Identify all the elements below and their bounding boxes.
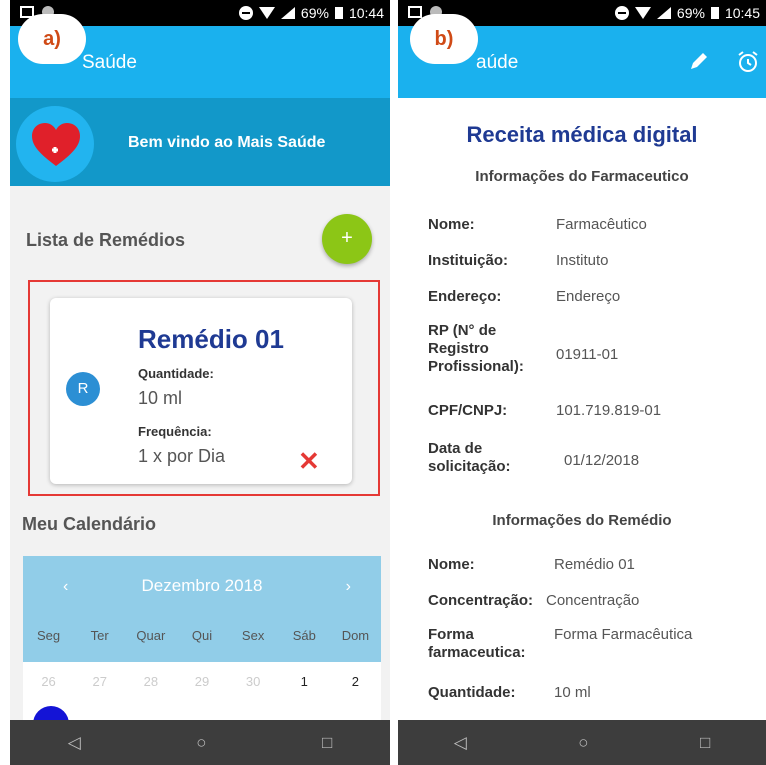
battery-percent: 69% xyxy=(676,5,705,21)
next-month-button[interactable]: › xyxy=(346,578,351,596)
welcome-banner: Bem vindo ao Mais Saúde xyxy=(10,98,390,186)
signal-icon xyxy=(280,7,295,19)
medicine-name-value: Remédio 01 xyxy=(554,556,635,573)
gallery-notification-icon xyxy=(408,6,422,18)
wifi-icon xyxy=(258,7,275,19)
pharmacist-name-label: Nome: xyxy=(428,216,475,233)
weekday-label: Ter xyxy=(90,628,109,643)
calendar-day[interactable]: 27 xyxy=(74,674,125,689)
recent-apps-icon[interactable]: □ xyxy=(322,733,332,753)
medicine-name-label: Nome: xyxy=(428,556,475,573)
calendar-month: Dezembro 2018 xyxy=(141,576,263,595)
dnd-icon xyxy=(614,6,629,20)
panel-label: b) xyxy=(410,14,478,64)
institution-value: Instituto xyxy=(556,252,609,269)
system-nav-bar: ◁ ○ □ xyxy=(398,720,766,765)
home-icon[interactable]: ○ xyxy=(578,733,588,753)
app-title: aúde xyxy=(476,52,519,73)
back-icon[interactable]: ◁ xyxy=(454,733,467,753)
form-value: Forma Farmacêutica xyxy=(554,626,693,643)
clock: 10:45 xyxy=(724,5,760,21)
document-title: Receita médica digital xyxy=(466,122,698,147)
request-date-label: Data de solicitação: xyxy=(428,440,511,475)
weekday-label: Seg xyxy=(37,628,61,643)
weekday-label: Qui xyxy=(191,628,213,643)
concentration-value: Concentração xyxy=(546,592,640,609)
quantity-label: Quantidade: xyxy=(428,684,516,701)
quantity-value: 10 ml xyxy=(138,388,183,408)
calendar-day[interactable]: 1 xyxy=(279,674,330,689)
calendar-day[interactable]: 28 xyxy=(125,674,176,689)
registration-label: RP (N° de Registro Profissional): xyxy=(428,322,524,375)
home-icon[interactable]: ○ xyxy=(196,733,206,753)
back-icon[interactable]: ◁ xyxy=(68,733,81,753)
pharmacist-name-value: Farmacêutico xyxy=(556,216,647,233)
weekday-row: Seg Ter Quar Qui Sex Sáb Dom xyxy=(23,628,381,643)
wifi-icon xyxy=(634,7,651,19)
calendar-title: Meu Calendário xyxy=(22,514,157,534)
calendar-day[interactable]: 2 xyxy=(330,674,381,689)
edit-icon[interactable] xyxy=(688,50,710,78)
weekday-label: Sáb xyxy=(292,628,316,643)
form-label: Forma farmaceutica: xyxy=(428,626,526,661)
weekday-label: Dom xyxy=(341,628,370,643)
phone-screen-a: 69% 10:44 Saúde a) Bem vindo ao Mais Saú… xyxy=(10,0,390,765)
address-label: Endereço: xyxy=(428,288,502,305)
weekday-label: Quar xyxy=(136,628,166,643)
battery-icon xyxy=(334,7,343,19)
pharmacist-section-title: Informações do Farmaceutico xyxy=(475,168,689,185)
system-nav-bar: ◁ ○ □ xyxy=(10,720,390,765)
recent-apps-icon[interactable]: □ xyxy=(700,733,710,753)
cpf-cnpj-label: CPF/CNPJ: xyxy=(428,402,508,419)
frequency-label: Frequência: xyxy=(138,424,212,439)
battery-percent: 69% xyxy=(300,5,329,21)
weekday-label: Sex xyxy=(241,628,265,643)
quantity-label: Quantidade: xyxy=(138,366,214,381)
battery-icon xyxy=(710,7,719,19)
cpf-cnpj-value: 101.719.819-01 xyxy=(556,402,662,419)
welcome-text: Bem vindo ao Mais Saúde xyxy=(128,134,326,151)
delete-icon[interactable]: ✕ xyxy=(298,446,320,477)
logo xyxy=(16,106,94,182)
heart-icon xyxy=(32,123,80,166)
calendar: ‹ Dezembro 2018 › Seg Ter Quar Qui Sex S… xyxy=(23,556,381,721)
registration-value: 01911-01 xyxy=(556,346,619,363)
app-title: Saúde xyxy=(82,52,137,73)
panel-label: a) xyxy=(18,14,86,64)
institution-label: Instituição: xyxy=(428,252,509,269)
calendar-day[interactable]: 26 xyxy=(23,674,74,689)
medicine-list-title: Lista de Remédios xyxy=(26,230,186,250)
clock: 10:44 xyxy=(348,5,384,21)
quantity-value: 10 ml xyxy=(554,684,591,701)
signal-icon xyxy=(656,7,671,19)
concentration-label: Concentração: xyxy=(428,592,534,609)
calendar-header: ‹ Dezembro 2018 › Seg Ter Quar Qui Sex S… xyxy=(23,556,381,662)
frequency-value: 1 x por Dia xyxy=(138,446,226,466)
medicine-section-title: Informações do Remédio xyxy=(492,512,672,529)
medicine-card[interactable]: R Remédio 01 Quantidade: 10 ml Frequênci… xyxy=(50,298,352,484)
day-row: 26 27 28 29 30 1 2 xyxy=(23,674,381,689)
phone-screen-b: 69% 10:45 aúde b) Receita médica digital… xyxy=(398,0,766,765)
calendar-day[interactable]: 29 xyxy=(176,674,227,689)
calendar-day[interactable]: 30 xyxy=(228,674,279,689)
alarm-icon[interactable] xyxy=(736,50,760,80)
medicine-name: Remédio 01 xyxy=(138,324,284,354)
address-value: Endereço xyxy=(556,288,621,305)
avatar: R xyxy=(66,372,100,406)
add-medicine-button[interactable]: + xyxy=(322,214,372,264)
request-date-value: 01/12/2018 xyxy=(564,452,640,469)
dnd-icon xyxy=(238,6,253,20)
